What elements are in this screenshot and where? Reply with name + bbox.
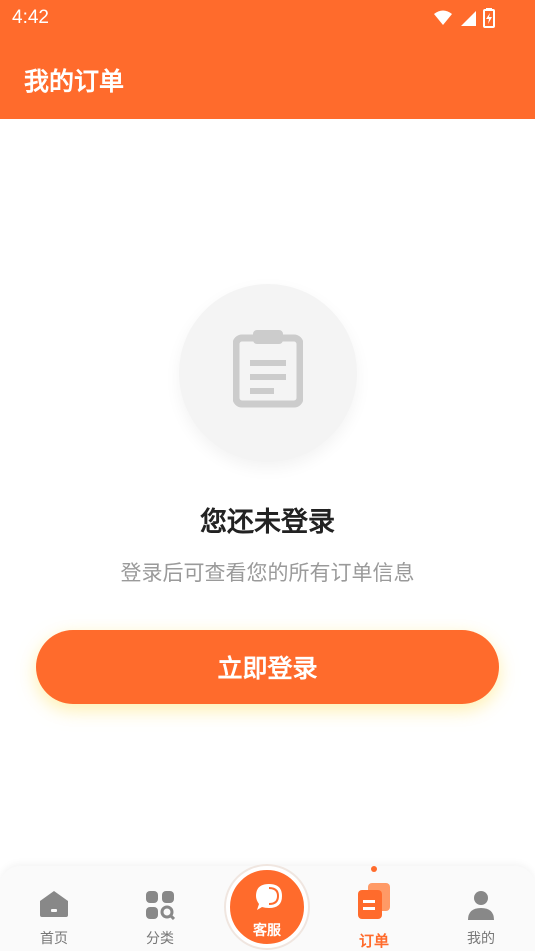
- signal-icon: [461, 11, 476, 26]
- customer-service-button[interactable]: 客服: [226, 866, 308, 948]
- nav-label-orders: 订单: [358, 932, 389, 950]
- chat-bubble-icon: [256, 884, 282, 910]
- app-header: 我的订单: [0, 38, 535, 119]
- status-bar: 4:42: [0, 0, 535, 38]
- battery-icon: [483, 8, 495, 28]
- profile-icon: [468, 891, 494, 920]
- nav-item-profile[interactable]: 我的: [441, 866, 521, 951]
- nav-label-category: 分类: [146, 931, 174, 947]
- status-time: 4:42: [12, 7, 49, 28]
- nav-item-category[interactable]: 分类: [120, 866, 200, 951]
- status-icons: [433, 8, 495, 28]
- orders-icon: [358, 883, 390, 919]
- active-indicator-dot: [371, 866, 377, 872]
- page-title: 我的订单: [24, 67, 125, 96]
- empty-state-description: 登录后可查看您的所有订单信息: [120, 561, 415, 585]
- nav-label-home: 首页: [40, 931, 68, 947]
- wifi-icon: [434, 10, 452, 25]
- category-grid-icon: [146, 891, 175, 920]
- nav-item-orders[interactable]: 订单: [334, 866, 414, 951]
- nav-label-profile: 我的: [467, 931, 495, 947]
- customer-service-label: 客服: [253, 923, 281, 939]
- empty-state-illustration: [179, 284, 357, 462]
- login-button[interactable]: 立即登录: [36, 630, 499, 704]
- nav-item-home[interactable]: 首页: [14, 866, 94, 951]
- clipboard-icon: [233, 330, 303, 408]
- empty-state-title: 您还未登录: [200, 507, 335, 538]
- home-icon: [40, 891, 68, 917]
